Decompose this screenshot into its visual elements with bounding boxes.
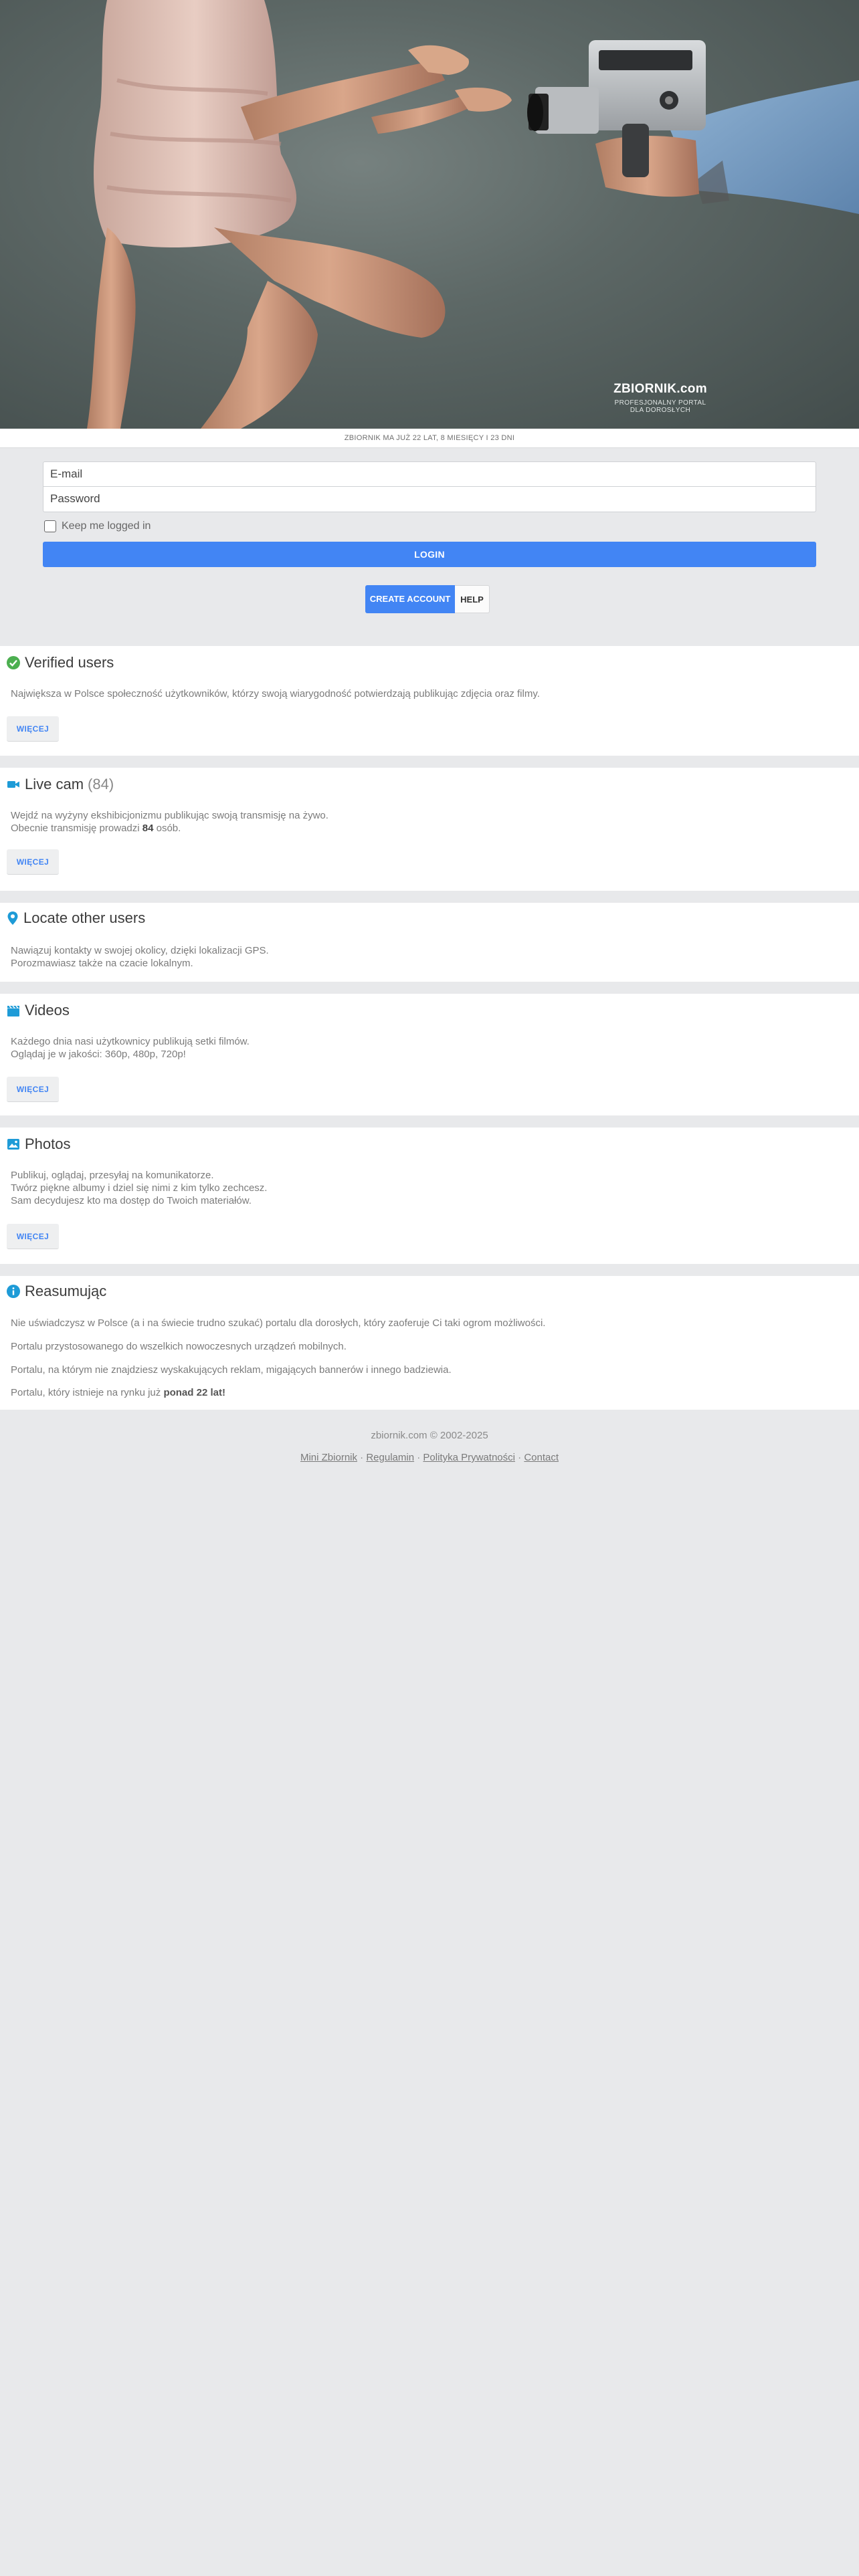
password-field[interactable]: Password (43, 487, 816, 512)
section-title: Videos (25, 1002, 70, 1018)
hero-brand: ZBIORNIK.com PROFESJONALNY PORTAL DLA DO… (589, 382, 732, 414)
link-privacy-policy[interactable]: Polityka Prywatności (423, 1452, 515, 1463)
film-clapper-icon (7, 1005, 19, 1016)
section-locate: Locate other users Nawiązuj kontakty w s… (0, 903, 859, 982)
photos-line-3: Sam decydujesz kto ma dostęp do Twoich m… (11, 1195, 252, 1206)
section-title: Photos (25, 1136, 71, 1152)
locate-line-2: Porozmawiasz także na czacie lokalnym. (11, 958, 193, 969)
section-title: Reasumując (25, 1283, 107, 1299)
livecam-line-2: Obecnie transmisję prowadzi 84 osób. (11, 822, 328, 835)
summary-line-4: Portalu, który istnieje na rynku już pon… (11, 1387, 225, 1398)
verified-check-icon (7, 656, 20, 669)
login-form: E-mail Password Keep me logged in LOGIN (43, 461, 816, 567)
footer-separator: · (417, 1452, 421, 1463)
brand-tagline-2: DLA DOROSŁYCH (630, 407, 691, 414)
section-title: Live cam (25, 776, 84, 792)
section-summary: Reasumując Nie uświadczysz w Polsce (a i… (0, 1276, 859, 1410)
photos-line-2: Twórz piękne albumy i dziel się nimi z k… (11, 1182, 268, 1194)
link-contact[interactable]: Contact (524, 1452, 559, 1463)
keep-logged-checkbox[interactable] (44, 520, 56, 532)
hero-banner: ZBIORNIK.com PROFESJONALNY PORTAL DLA DO… (0, 0, 859, 429)
create-account-button[interactable]: CREATE ACCOUNT (365, 585, 455, 613)
summary-line-3: Portalu, na którym nie znajdziesz wyskak… (11, 1364, 452, 1376)
section-videos: Videos Każdego dnia nasi użytkownicy pub… (0, 994, 859, 1115)
more-button-photos[interactable]: WIĘCEJ (7, 1224, 59, 1249)
help-button[interactable]: HELP (455, 585, 490, 613)
more-button-verified[interactable]: WIĘCEJ (7, 716, 59, 742)
photos-line-1: Publikuj, oglądaj, przesyłaj na komunika… (11, 1170, 214, 1181)
section-title: Verified users (25, 654, 114, 671)
keep-logged-row[interactable]: Keep me logged in (43, 518, 816, 534)
image-icon (7, 1139, 19, 1150)
section-text: Publikuj, oglądaj, przesyłaj na komunika… (11, 1169, 267, 1207)
location-pin-icon (7, 911, 18, 925)
livecam-count: (84) (88, 776, 114, 792)
summary-line-1: Nie uświadczysz w Polsce (a i na świecie… (11, 1317, 546, 1329)
section-livecam: Live cam (84) Wejdź na wyżyny ekshibicjo… (0, 768, 859, 891)
summary-line-2: Portalu przystosowanego do wszelkich now… (11, 1341, 347, 1352)
footer-links: Mini Zbiornik · Regulamin · Polityka Pry… (0, 1452, 859, 1463)
footer-separator: · (518, 1452, 522, 1463)
section-photos: Photos Publikuj, oglądaj, przesyłaj na k… (0, 1128, 859, 1264)
age-strip: ZBIORNIK MA JUŻ 22 LAT, 8 MIESIĘCY I 23 … (0, 429, 859, 448)
summary-line-4-pre: Portalu, który istnieje na rynku już (11, 1387, 164, 1398)
footer: zbiornik.com © 2002-2025 Mini Zbiornik ·… (0, 1430, 859, 1463)
brand-tagline-1: PROFESJONALNY PORTAL (614, 399, 706, 407)
section-verified: Verified users Największa w Polsce społe… (0, 646, 859, 756)
section-title: Locate other users (23, 909, 146, 926)
footer-copyright: zbiornik.com © 2002-2025 (371, 1430, 488, 1441)
livecam-line-2-post: osób. (153, 823, 181, 834)
email-field[interactable]: E-mail (43, 461, 816, 487)
locate-line-1: Nawiązuj kontakty w swojej okolicy, dzię… (11, 945, 269, 956)
summary-line-4-bold: ponad 22 lat! (163, 1387, 225, 1398)
brand-name: ZBIORNIK.com (613, 382, 707, 396)
section-text: Największa w Polsce społeczność użytkown… (11, 688, 540, 700)
section-text: Każdego dnia nasi użytkownicy publikują … (11, 1035, 250, 1061)
more-button-livecam[interactable]: WIĘCEJ (7, 849, 59, 875)
more-button-videos[interactable]: WIĘCEJ (7, 1077, 59, 1102)
videos-line-2: Oglądaj je w jakości: 360p, 480p, 720p! (11, 1049, 186, 1060)
link-regulamin[interactable]: Regulamin (366, 1452, 414, 1463)
livecam-line-2-pre: Obecnie transmisję prowadzi (11, 823, 142, 834)
login-button[interactable]: LOGIN (43, 542, 816, 567)
section-text: Wejdź na wyżyny ekshibicjonizmu publikuj… (11, 809, 328, 835)
livecam-line-1: Wejdź na wyżyny ekshibicjonizmu publikuj… (11, 810, 328, 821)
footer-separator: · (360, 1452, 364, 1463)
section-text: Nawiązuj kontakty w swojej okolicy, dzię… (11, 944, 269, 970)
livecam-broadcasters: 84 (142, 823, 154, 834)
link-mini-zbiornik[interactable]: Mini Zbiornik (300, 1452, 357, 1463)
info-icon (7, 1285, 20, 1298)
video-camera-icon (7, 781, 19, 788)
account-buttons: CREATE ACCOUNT HELP (365, 585, 490, 613)
keep-logged-label: Keep me logged in (62, 520, 151, 532)
videos-line-1: Każdego dnia nasi użytkownicy publikują … (11, 1036, 250, 1047)
hero-illustration (87, 0, 859, 429)
